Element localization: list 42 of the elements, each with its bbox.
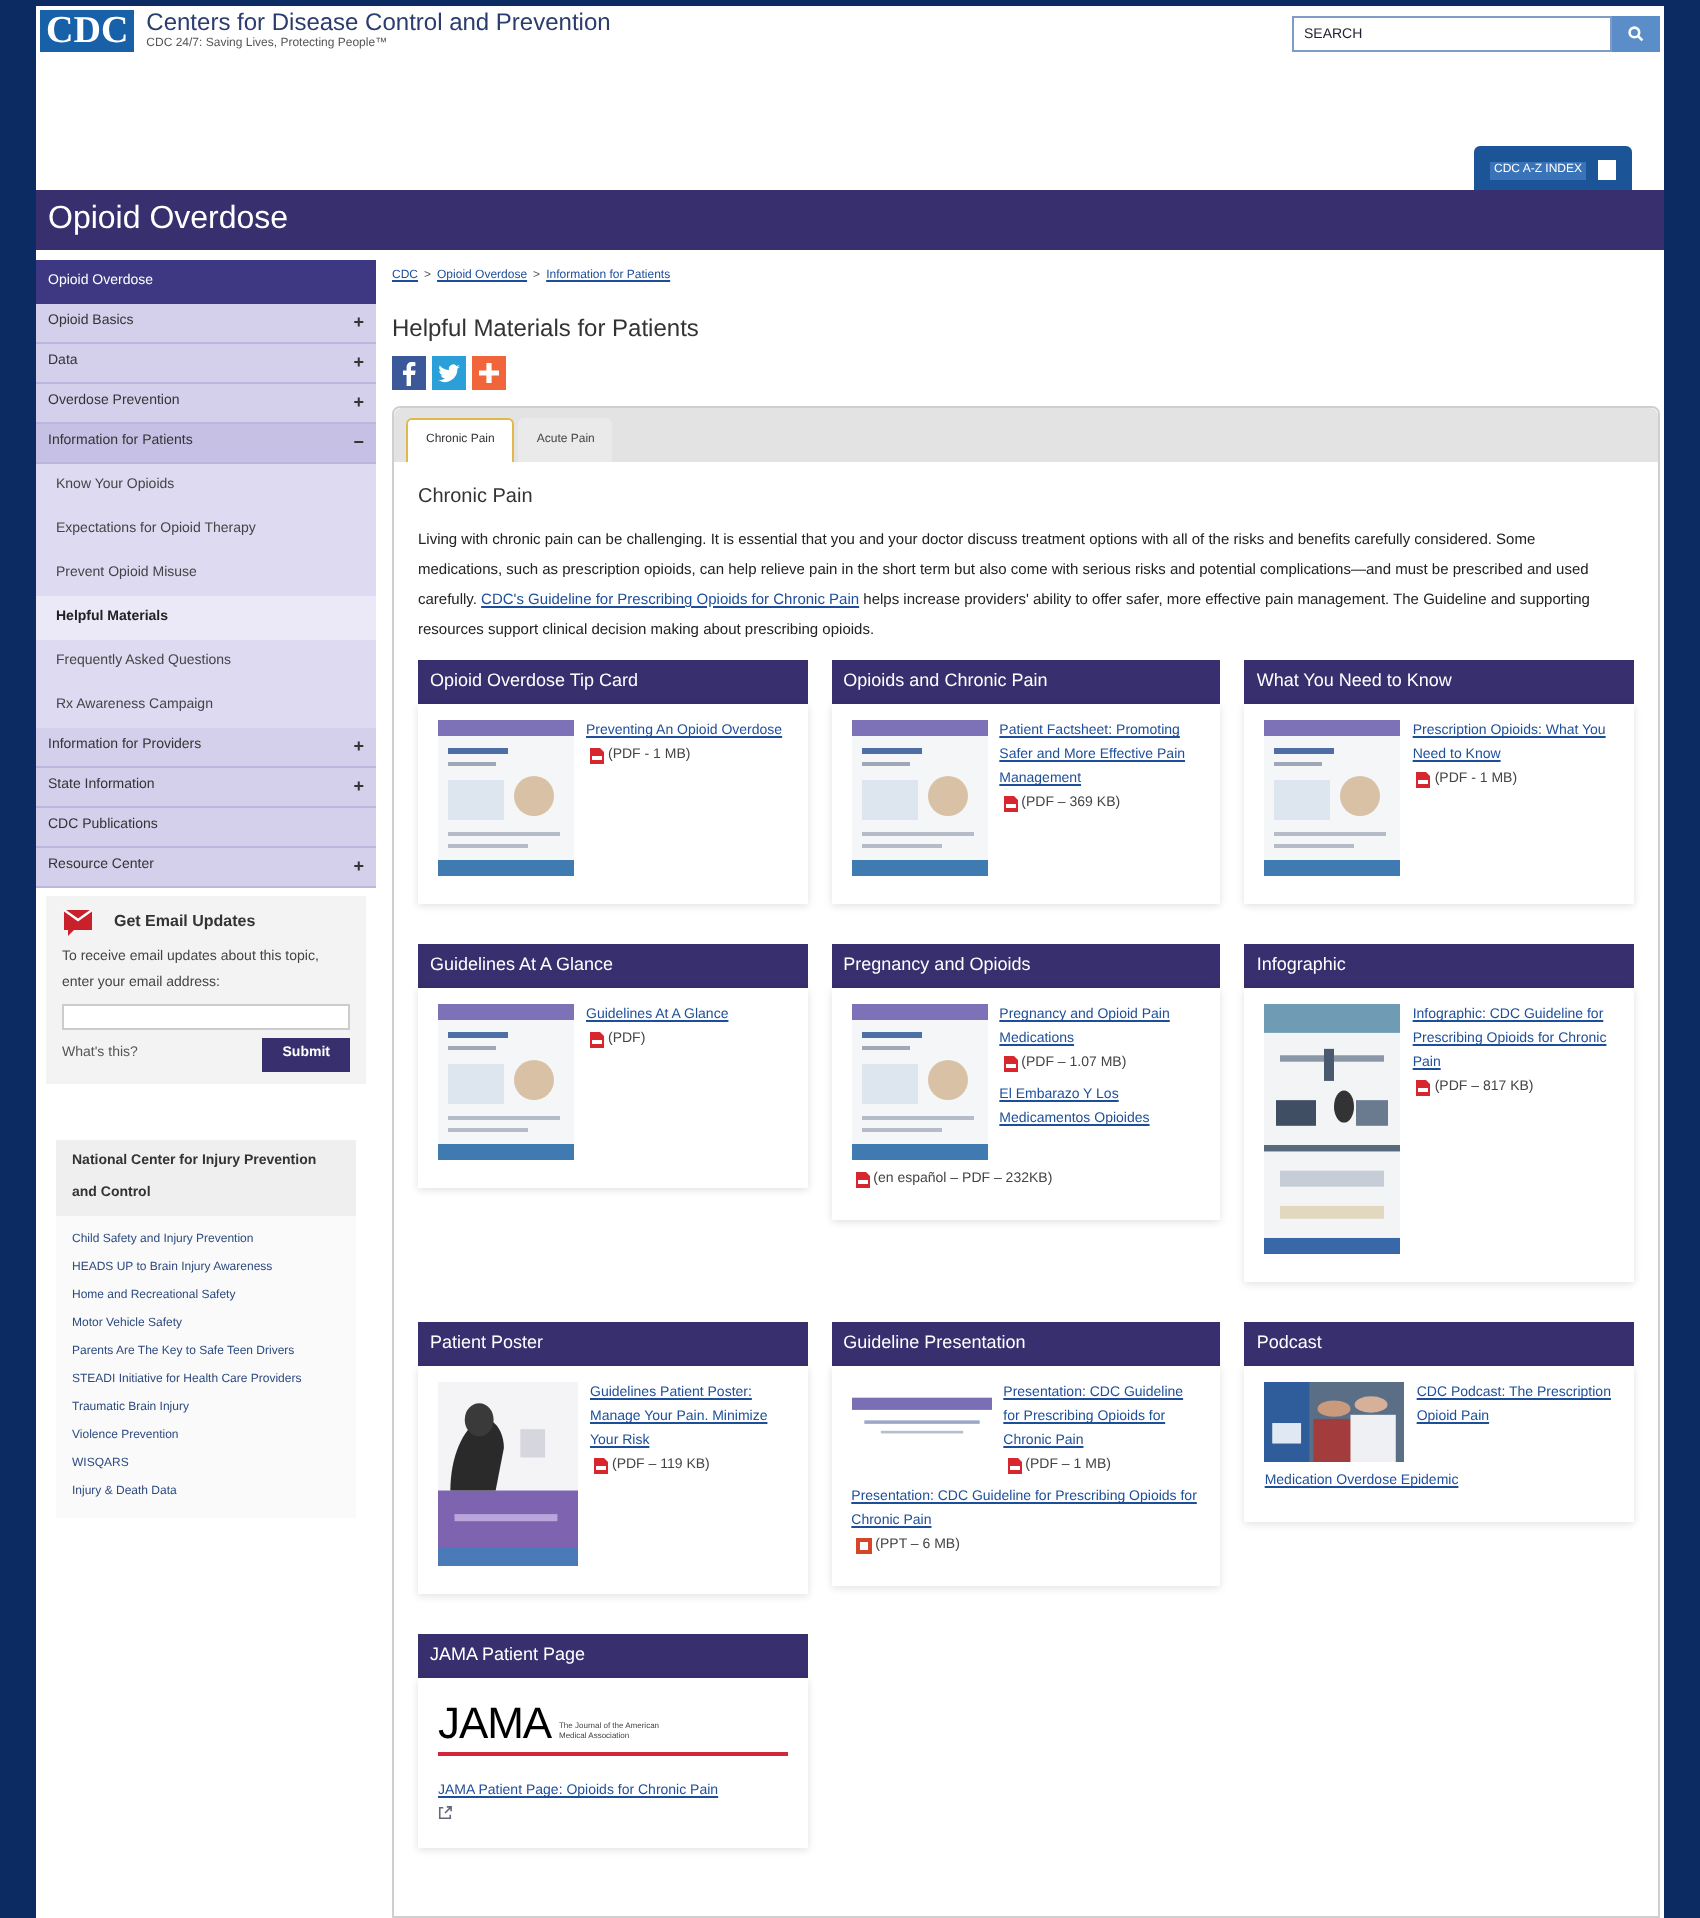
card-title: Pregnancy and Opioids — [843, 952, 1031, 979]
agency-name: Centers for Disease Control and Prevention — [146, 10, 611, 36]
pdf-icon — [590, 748, 604, 764]
search-button[interactable] — [1612, 16, 1660, 52]
card-title: Patient Poster — [430, 1330, 544, 1357]
email-field[interactable] — [62, 1004, 350, 1030]
pdf-icon — [590, 1032, 604, 1048]
card-title: JAMA Patient Page — [430, 1642, 586, 1669]
card-title: Infographic — [1256, 952, 1346, 979]
facebook-icon[interactable] — [392, 356, 426, 390]
pdf-icon — [855, 1172, 870, 1188]
card-title: Guideline Presentation — [843, 1330, 1026, 1357]
card-title: Podcast — [1256, 1330, 1322, 1357]
page-title: Helpful Materials for Patients — [392, 312, 701, 346]
toggle-sign[interactable]: + — [353, 733, 364, 761]
twitter-icon[interactable] — [432, 356, 466, 390]
card-title: Opioids and Chronic Pain — [843, 668, 1048, 695]
pdf-icon — [1007, 1458, 1022, 1474]
pdf-icon — [1416, 772, 1431, 788]
toggle-sign[interactable]: + — [353, 853, 364, 881]
cdc-logo[interactable]: CDC — [40, 10, 135, 52]
toggle-sign[interactable]: + — [353, 349, 364, 377]
toggle-sign[interactable]: − — [353, 429, 364, 457]
section-heading: Chronic Pain — [418, 484, 535, 512]
dropdown-toggle-icon — [1598, 160, 1616, 180]
email-box-title: Get Email Updates — [114, 910, 256, 934]
logo-mark: JAMA — [438, 1702, 551, 1746]
pdf-icon — [1416, 1080, 1431, 1096]
site-title: Opioid Overdose — [48, 200, 289, 240]
card-title: Guidelines At A Glance — [430, 952, 614, 979]
toggle-sign[interactable]: + — [353, 773, 364, 801]
toggle-sign[interactable]: + — [353, 309, 364, 337]
plus-icon[interactable] — [472, 356, 506, 390]
ppt-icon — [855, 1538, 872, 1554]
toggle-sign[interactable]: + — [353, 389, 364, 417]
envelope-icon — [62, 908, 94, 936]
pdf-icon — [594, 1458, 608, 1474]
card-title: Opioid Overdose Tip Card — [430, 668, 639, 695]
card-title: What You Need to Know — [1256, 668, 1452, 695]
pdf-icon — [1003, 796, 1018, 812]
search-icon — [1628, 26, 1644, 42]
pdf-icon — [1003, 1056, 1018, 1072]
